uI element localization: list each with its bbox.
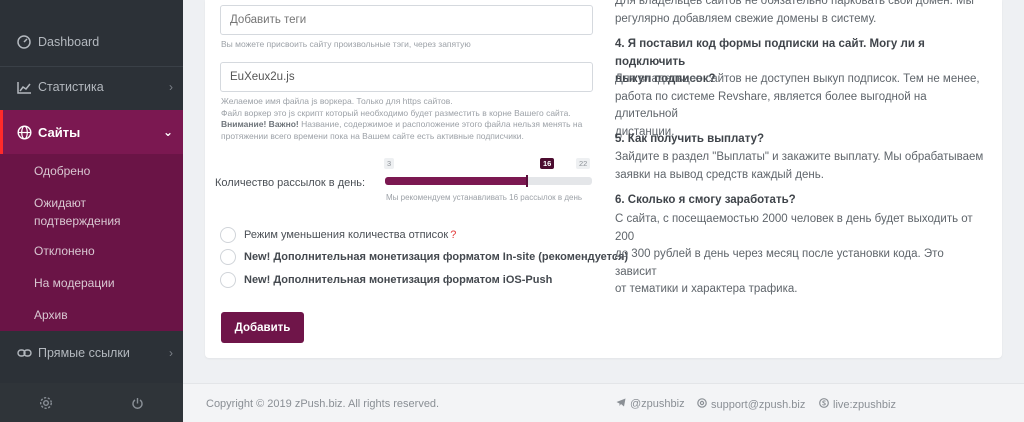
sidebar-item-label: Dashboard bbox=[38, 35, 100, 49]
dashboard-icon bbox=[16, 34, 32, 50]
faq-answer-5: Зайдите в раздел "Выплаты" и закажите вы… bbox=[615, 151, 984, 181]
sites-submenu: Одобрено Ожидают подтверждения Отклонено… bbox=[0, 154, 183, 331]
gear-icon[interactable] bbox=[38, 395, 54, 411]
sidebar-item-direct-links[interactable]: Прямые ссылки › bbox=[0, 334, 183, 372]
sidebar-item-label: Статистика bbox=[38, 80, 104, 94]
submenu-item-rejected[interactable]: Отклонено bbox=[34, 242, 95, 260]
radio-button[interactable] bbox=[220, 272, 236, 288]
globe-icon bbox=[16, 124, 32, 140]
sidebar-item-sites[interactable]: Сайты ⌄ bbox=[0, 110, 183, 154]
tags-input[interactable] bbox=[220, 5, 593, 35]
slider-hint: Мы рекомендуем устанавливать 16 рассылок… bbox=[386, 193, 583, 202]
copyright-text: Copyright © 2019 zPush.biz. All rights r… bbox=[206, 398, 440, 410]
submenu-item-archive[interactable]: Архив bbox=[34, 306, 68, 324]
option-ios-push-monetization[interactable]: New! Дополнительная монетизация форматом… bbox=[220, 272, 552, 288]
power-icon[interactable] bbox=[129, 395, 145, 411]
skype-link[interactable]: live:zpushbiz bbox=[819, 398, 896, 411]
chart-icon bbox=[16, 79, 32, 95]
add-button[interactable]: Добавить bbox=[221, 312, 304, 343]
sidebar-item-statistics[interactable]: Статистика › bbox=[0, 68, 183, 106]
mailings-slider[interactable] bbox=[385, 175, 592, 187]
slider-handle[interactable] bbox=[526, 175, 528, 187]
option-reduce-unsubscribes[interactable]: Режим уменьшения количества отписок ? bbox=[220, 227, 456, 243]
radio-button[interactable] bbox=[220, 249, 236, 265]
skype-icon bbox=[819, 398, 829, 411]
option-insite-monetization[interactable]: New! Дополнительная монетизация форматом… bbox=[220, 249, 628, 265]
divider bbox=[0, 66, 183, 67]
radio-button[interactable] bbox=[220, 227, 236, 243]
slider-min-badge: 3 bbox=[384, 158, 395, 169]
at-icon bbox=[697, 398, 707, 411]
worker-filename-input[interactable] bbox=[220, 62, 593, 92]
tags-hint: Вы можете присвоить сайту произвольные т… bbox=[221, 39, 471, 49]
support-email-link[interactable]: support@zpush.biz bbox=[697, 398, 805, 411]
sidebar-item-label: Прямые ссылки bbox=[38, 346, 130, 360]
slider-fill bbox=[385, 177, 527, 185]
slider-max-badge: 22 bbox=[576, 158, 591, 169]
telegram-link[interactable]: @zpushbiz bbox=[616, 398, 685, 410]
link-icon bbox=[16, 345, 32, 361]
mailings-per-day-label: Количество рассылок в день: bbox=[215, 177, 366, 189]
faq-question-6: 6. Сколько я смогу заработать? bbox=[615, 194, 796, 206]
submenu-item-approved[interactable]: Одобрено bbox=[34, 162, 90, 180]
chevron-right-icon: › bbox=[169, 346, 173, 360]
submenu-item-pending[interactable]: Ожидают подтверждения bbox=[34, 194, 144, 230]
faq-intro: Для владельцев сайтов не обязательно пар… bbox=[615, 0, 974, 25]
faq-answer-6: С сайта, с посещаемостью 2000 человек в … bbox=[615, 213, 973, 295]
worker-hint: Желаемое имя файла js воркера. Только дл… bbox=[221, 96, 583, 141]
help-icon[interactable]: ? bbox=[450, 229, 456, 241]
sidebar-footer bbox=[0, 383, 183, 422]
faq-question-5: 5. Как получить выплату? bbox=[615, 133, 765, 145]
sidebar-item-dashboard[interactable]: Dashboard bbox=[0, 24, 183, 60]
chevron-down-icon: ⌄ bbox=[162, 125, 173, 139]
sidebar-item-label: Сайты bbox=[38, 124, 81, 140]
chevron-right-icon: › bbox=[169, 80, 173, 94]
sidebar: Dashboard Статистика › Сайты ⌄ Одобрено … bbox=[0, 0, 183, 422]
submenu-item-moderation[interactable]: На модерации bbox=[34, 274, 115, 292]
slider-value-badge: 16 bbox=[540, 158, 555, 169]
telegram-icon bbox=[616, 398, 626, 410]
